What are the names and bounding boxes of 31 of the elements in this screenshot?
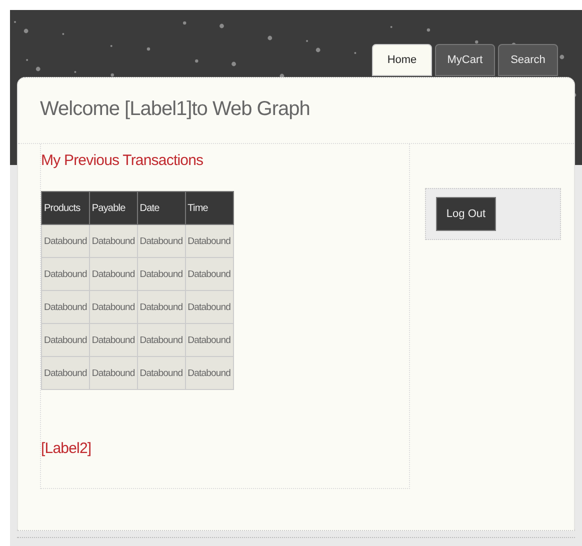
table-cell: Databound — [89, 258, 138, 290]
table-cell: Databound — [185, 258, 234, 290]
table-cell: Databound — [185, 356, 234, 390]
table-cell: Databound — [89, 224, 138, 258]
column-header: Products — [42, 192, 90, 224]
table-cell: Databound — [137, 290, 186, 324]
table-cell: Databound — [42, 224, 90, 258]
table-cell: Databound — [42, 356, 90, 390]
table-cell: Databound — [42, 324, 90, 356]
table-cell: Databound — [42, 258, 90, 290]
nav-tab[interactable]: MyCart — [435, 44, 495, 76]
table-cell: Databound — [185, 290, 234, 324]
table-cell: Databound — [89, 290, 138, 324]
table-cell: Databound — [185, 224, 234, 258]
table-cell: Databound — [42, 290, 90, 324]
table-cell: Databound — [89, 356, 138, 390]
status-label: [Label2] — [41, 440, 92, 457]
table-cell: Databound — [137, 258, 186, 290]
nav-tab[interactable]: Home — [372, 44, 432, 76]
table-cell: Databound — [89, 324, 138, 356]
column-header: Payable — [89, 192, 138, 224]
welcome-heading: Welcome [Label1]to Web Graph — [40, 98, 311, 121]
column-header: Time — [185, 192, 234, 224]
table-cell: Databound — [185, 324, 234, 356]
table-cell: Databound — [137, 224, 186, 258]
table-cell: Databound — [137, 356, 186, 390]
section-title: My Previous Transactions — [41, 152, 204, 169]
nav-tab[interactable]: Search — [498, 44, 558, 76]
column-header: Date — [137, 192, 186, 224]
logout-button[interactable]: Log Out — [436, 197, 496, 231]
table-cell: Databound — [137, 324, 186, 356]
